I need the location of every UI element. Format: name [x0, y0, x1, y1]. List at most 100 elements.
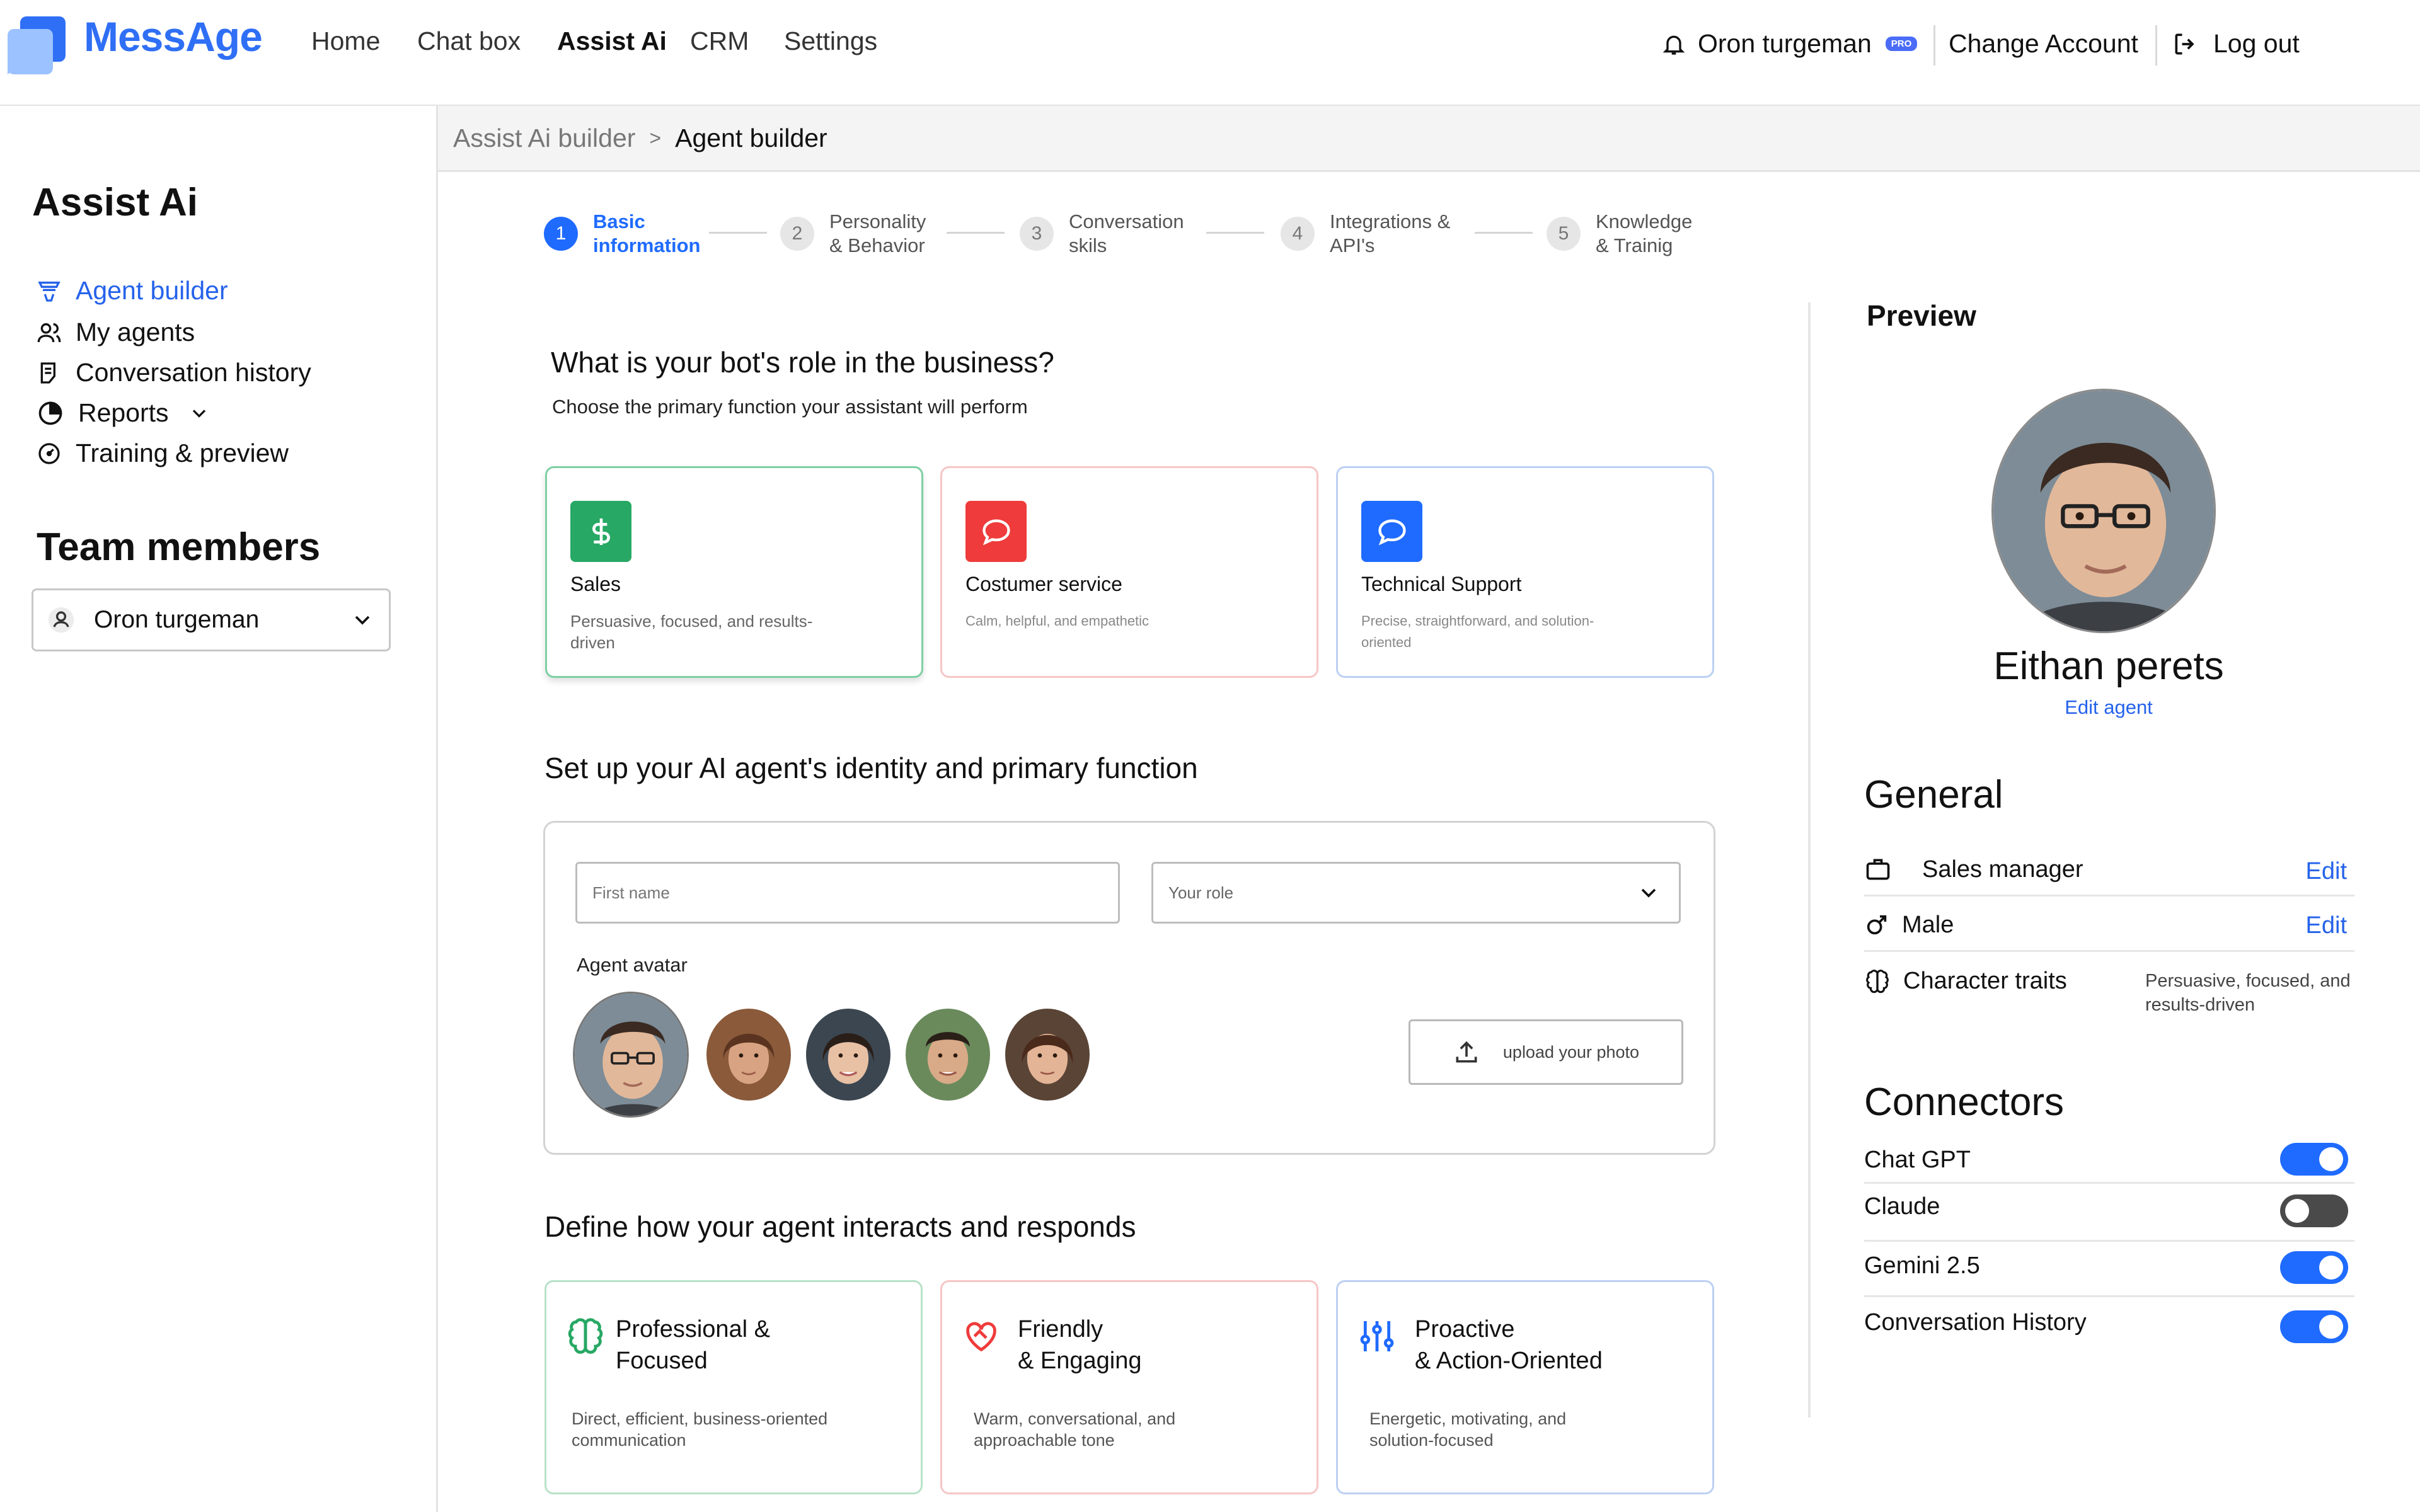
conversation-history-toggle[interactable] — [2280, 1310, 2348, 1343]
general-row-traits: Character traits Persuasive, focused, an… — [1864, 958, 2354, 1021]
step-connector — [1475, 232, 1533, 234]
connector-row-conversation-history: Conversation History — [1864, 1302, 2354, 1352]
sidebar-item-agent-builder[interactable]: Agent builder — [37, 276, 228, 306]
breadcrumb-parent[interactable]: Assist Ai builder — [453, 123, 635, 153]
step-number: 5 — [1547, 217, 1581, 251]
nav-assist-ai[interactable]: Assist Ai — [557, 26, 667, 56]
step-number: 1 — [544, 217, 578, 251]
chat-bubble-icon — [1361, 501, 1422, 562]
role-card-customer-service[interactable]: Costumer service Calm, helpful, and empa… — [940, 466, 1318, 678]
dollar-icon — [570, 501, 631, 562]
claude-toggle[interactable] — [2280, 1194, 2348, 1227]
step-2[interactable]: 2 Personality & Behavior — [780, 210, 926, 258]
role-section-subtitle: Choose the primary function your assista… — [552, 396, 1028, 418]
tone-card-proactive[interactable]: Proactive & Action-Oriented Energetic, m… — [1336, 1280, 1714, 1494]
edit-role-link[interactable]: Edit — [2306, 858, 2347, 885]
step-3[interactable]: 3 Conversation skils — [1020, 210, 1184, 258]
avatar-option-1[interactable] — [573, 992, 689, 1118]
chevron-down-icon[interactable] — [188, 402, 210, 425]
step-label-line2: & Trainig — [1596, 234, 1673, 256]
first-name-input[interactable] — [575, 862, 1120, 924]
app-logo-icon[interactable] — [5, 14, 68, 77]
gauge-icon — [38, 442, 60, 464]
chatgpt-toggle[interactable] — [2280, 1143, 2348, 1176]
identity-section-title: Set up your AI agent's identity and prim… — [544, 752, 1198, 784]
user-name: Oron turgeman — [1698, 29, 1872, 58]
step-label-line2: API's — [1330, 234, 1375, 256]
pro-badge: PRO — [1885, 37, 1918, 51]
filter-icon — [38, 281, 60, 302]
document-list-icon — [40, 362, 55, 384]
tone-description: Energetic, motivating, and solution-focu… — [1369, 1409, 1567, 1450]
top-navigation-bar: MessAge Home Chat box Assist Ai CRM Sett… — [0, 0, 2420, 106]
sidebar-item-label: My agents — [76, 318, 195, 346]
divider — [1933, 25, 1935, 66]
agent-avatar-label: Agent avatar — [577, 954, 688, 976]
connector-name: Gemini 2.5 — [1864, 1252, 1980, 1279]
nav-crm[interactable]: CRM — [690, 26, 749, 56]
step-label-line2: skils — [1069, 234, 1107, 256]
card-title: Sales — [570, 573, 621, 595]
gemini-toggle[interactable] — [2280, 1251, 2348, 1284]
sidebar-item-label: Training & preview — [76, 438, 289, 467]
tone-description: Direct, efficient, business-oriented com… — [572, 1409, 828, 1450]
logout-icon — [2175, 33, 2194, 54]
tone-title-line2: & Engaging — [1018, 1348, 1142, 1374]
logout-button[interactable]: Log out — [2172, 29, 2300, 59]
step-1[interactable]: 1 Basic information — [544, 210, 701, 258]
agent-photo — [1991, 389, 2216, 633]
step-connector — [709, 232, 767, 234]
traits-value: Persuasive, focused, and results-driven — [2145, 971, 2351, 1015]
nav-home[interactable]: Home — [311, 26, 380, 56]
step-label-line1: Personality — [829, 210, 926, 232]
edit-agent-link[interactable]: Edit agent — [1867, 696, 2351, 719]
role-card-sales[interactable]: Sales Persuasive, focused, and results-d… — [545, 466, 923, 678]
tone-card-professional[interactable]: Professional & Focused Direct, efficient… — [544, 1280, 923, 1494]
nav-chat-box[interactable]: Chat box — [417, 26, 521, 56]
brain-icon — [1866, 969, 1889, 993]
breadcrumb: Assist Ai builder > Agent builder — [438, 106, 2420, 172]
logout-label: Log out — [2213, 29, 2300, 58]
tone-title-line1: Friendly — [1018, 1316, 1103, 1343]
step-5[interactable]: 5 Knowledge & Trainig — [1547, 210, 1692, 258]
card-title: Costumer service — [965, 573, 1122, 595]
card-description: Persuasive, focused, and results-driven — [570, 612, 813, 652]
gender-value: Male — [1902, 911, 1954, 938]
sidebar-item-conversation-history[interactable]: Conversation history — [37, 358, 311, 387]
sidebar-item-my-agents[interactable]: My agents — [37, 318, 195, 347]
team-member-select[interactable]: Oron turgeman — [32, 588, 391, 651]
role-card-technical-support[interactable]: Technical Support Precise, straightforwa… — [1336, 466, 1714, 678]
connector-name: Claude — [1864, 1193, 1940, 1220]
chevron-down-icon — [355, 616, 370, 625]
nav-settings[interactable]: Settings — [784, 26, 877, 56]
avatar-option-5[interactable] — [1005, 1009, 1090, 1101]
users-icon — [37, 323, 61, 342]
upload-photo-label: upload your photo — [1502, 1042, 1640, 1062]
avatar-option-2[interactable] — [706, 1009, 791, 1101]
role-select[interactable]: Your role — [1151, 862, 1681, 924]
tone-title-line1: Proactive — [1415, 1316, 1515, 1343]
app-logo-text[interactable]: MessAge — [84, 13, 263, 60]
step-label-line2: information — [593, 234, 701, 256]
user-icon — [48, 607, 74, 633]
tone-section-title: Define how your agent interacts and resp… — [544, 1210, 1136, 1243]
card-description: Calm, helpful, and empathetic — [965, 613, 1150, 629]
edit-gender-link[interactable]: Edit — [2306, 912, 2347, 939]
avatar-option-4[interactable] — [906, 1009, 990, 1101]
sidebar-item-training-preview[interactable]: Training & preview — [37, 438, 289, 468]
sliders-icon — [1357, 1316, 1397, 1360]
user-menu[interactable]: Oron turgeman PRO — [1661, 29, 1918, 59]
chevron-down-icon — [1641, 888, 1656, 898]
step-label-line1: Conversation — [1069, 210, 1184, 232]
step-4[interactable]: 4 Integrations & API's — [1281, 210, 1450, 258]
tone-description: Warm, conversational, and approachable t… — [974, 1409, 1176, 1450]
change-account-link[interactable]: Change Account — [1949, 29, 2138, 59]
role-value: Sales manager — [1922, 856, 2083, 883]
sidebar-item-reports[interactable]: Reports — [37, 398, 224, 428]
avatar-option-3[interactable] — [806, 1009, 890, 1101]
general-title: General — [1864, 773, 2003, 816]
tone-card-friendly[interactable]: Friendly & Engaging Warm, conversational… — [940, 1280, 1318, 1494]
briefcase-icon — [1866, 859, 1890, 880]
upload-photo-button[interactable]: upload your photo — [1409, 1019, 1683, 1085]
card-title: Technical Support — [1361, 573, 1522, 595]
